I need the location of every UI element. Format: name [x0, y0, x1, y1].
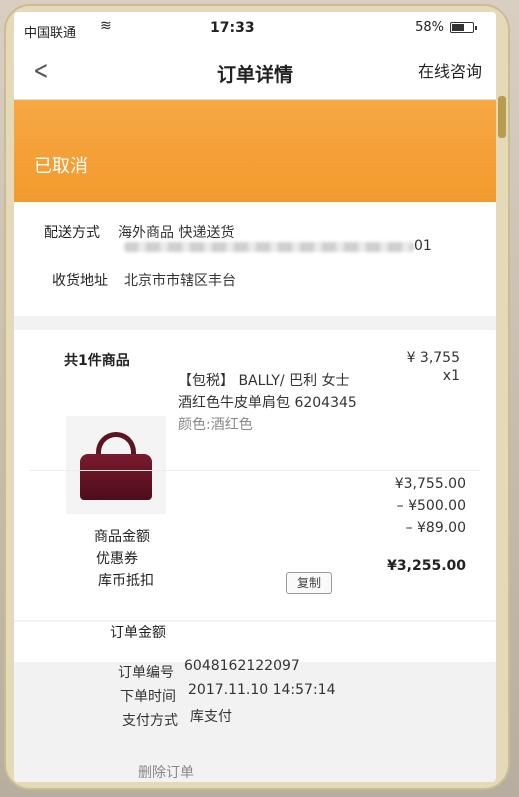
- order-time-label: 下单时间: [120, 689, 176, 705]
- screen: 中国联通 ≋ 17:33 58% < 订单详情 在线咨询 已取消 配送方式 海外…: [14, 12, 496, 782]
- clock: 17:33: [210, 20, 255, 36]
- delivery-value: 海外商品 快递送货: [118, 225, 235, 241]
- item-quantity: x1: [442, 368, 460, 384]
- goods-count-heading: 共1件商品: [64, 353, 130, 369]
- goods-total-label: 商品金额: [94, 529, 150, 545]
- address-line1-suffix: 01: [414, 238, 432, 254]
- order-status-banner: 已取消: [14, 100, 496, 202]
- carrier-name: 中国联通: [24, 26, 77, 41]
- delivery-address-section: 配送方式 海外商品 快递送货 收货地址 01 北京市市辖区丰台: [14, 202, 496, 316]
- status-bar: 中国联通 ≋ 17:33 58%: [14, 12, 496, 44]
- coupon-label: 优惠券: [96, 551, 138, 567]
- phone-body: 中国联通 ≋ 17:33 58% < 订单详情 在线咨询 已取消 配送方式 海外…: [4, 4, 510, 790]
- battery-icon: [450, 22, 477, 33]
- copy-order-number-button[interactable]: 复制: [286, 572, 332, 594]
- divider: [30, 470, 480, 471]
- nav-bar: < 订单详情 在线咨询: [14, 44, 496, 100]
- final-amount: ¥3,255.00: [387, 558, 466, 574]
- order-time: 2017.11.10 14:57:14: [188, 682, 336, 698]
- item-title-line1[interactable]: 【包税】 BALLY/ 巴利 女士: [178, 370, 350, 390]
- coin-label: 库币抵扣: [98, 573, 154, 589]
- payment-method-label: 支付方式: [122, 713, 178, 729]
- item-title-line2[interactable]: 酒红色牛皮单肩包 6204345: [178, 392, 357, 412]
- online-consult-link[interactable]: 在线咨询: [418, 58, 482, 82]
- coin-value: – ¥89.00: [405, 520, 466, 536]
- delete-order-button[interactable]: 删除订单: [138, 762, 194, 782]
- coupon-value: – ¥500.00: [396, 498, 466, 514]
- goods-total-value: ¥3,755.00: [394, 476, 466, 492]
- address-line2: 北京市市辖区丰台: [124, 273, 236, 289]
- side-button: [498, 96, 506, 138]
- order-number-label: 订单编号: [118, 665, 174, 681]
- goods-section: 共1件商品 ¥ 3,755 x1 【包税】 BALLY/ 巴利 女士 酒红色牛皮…: [14, 330, 496, 620]
- order-number: 6048162122097: [184, 658, 300, 674]
- bag-body: [80, 454, 152, 500]
- address-label: 收货地址: [52, 273, 108, 289]
- address-redacted: [124, 242, 414, 252]
- order-amount-label: 订单金额: [110, 625, 166, 641]
- item-price: ¥ 3,755: [406, 350, 460, 366]
- product-image[interactable]: [66, 416, 166, 514]
- order-amount-row: 订单金额: [14, 622, 496, 662]
- delivery-label: 配送方式: [44, 225, 100, 241]
- order-info-section: 订单编号 6048162122097 下单时间 2017.11.10 14:57…: [14, 658, 496, 782]
- battery-percent: 58%: [415, 20, 444, 35]
- payment-method: 库支付: [190, 709, 232, 725]
- order-status-text: 已取消: [34, 156, 88, 177]
- battery-fill: [452, 24, 464, 31]
- item-color: 颜色:酒红色: [178, 417, 253, 433]
- wifi-icon: ≋: [100, 18, 112, 34]
